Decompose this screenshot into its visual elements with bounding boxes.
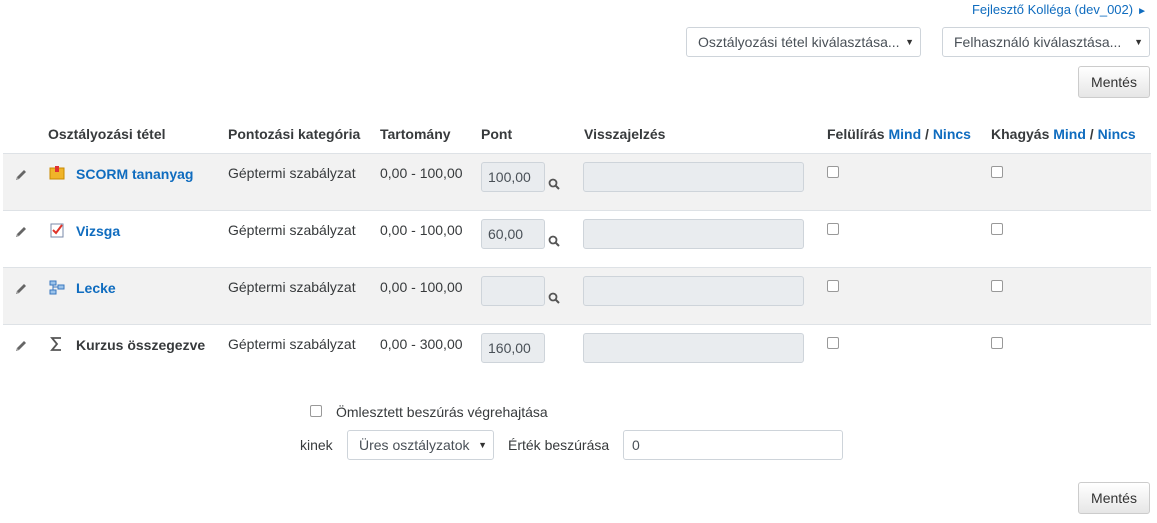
insert-value-input[interactable]: 0 <box>623 430 843 460</box>
override-select-none-link[interactable]: Nincs <box>933 126 971 142</box>
quiz-icon <box>50 223 64 238</box>
header-separator: / <box>925 126 929 142</box>
bulk-target-select[interactable]: Üres osztályzatok ▼ <box>347 430 494 460</box>
save-button-top[interactable]: Mentés <box>1078 66 1150 98</box>
insert-value-label: Érték beszúrása <box>508 437 610 453</box>
grade-item-select[interactable]: Osztályozási tétel kiválasztása... ▼ <box>686 27 921 57</box>
table-row: Kurzus összegezve Géptermi szabályzat 0,… <box>3 324 1151 381</box>
edit-pencil-icon[interactable] <box>14 168 28 182</box>
bulk-insert-checkbox[interactable] <box>310 405 322 417</box>
scorm-package-icon <box>49 166 65 180</box>
header-grade: Pont <box>481 126 513 142</box>
header-override-label: Felülírás <box>827 126 885 142</box>
exclude-checkbox[interactable] <box>991 280 1003 292</box>
grade-range: 0,00 - 300,00 <box>380 336 463 352</box>
user-report-link[interactable]: Fejlesztő Kolléga (dev_002) ► <box>972 2 1147 17</box>
grade-category: Géptermi szabályzat <box>228 336 356 352</box>
bulk-target-select-value: Üres osztályzatok <box>359 437 470 453</box>
grade-item-select-value: Osztályozási tétel kiválasztása... <box>698 34 900 50</box>
user-link-label: Fejlesztő Kolléga (dev_002) <box>971 2 1134 17</box>
header-separator: / <box>1089 126 1094 142</box>
edit-pencil-icon[interactable] <box>14 339 28 353</box>
lesson-icon <box>49 280 65 295</box>
search-icon[interactable] <box>548 292 560 304</box>
chevron-down-icon: ▼ <box>478 440 487 450</box>
exclude-checkbox[interactable] <box>991 337 1003 349</box>
grade-category: Géptermi szabályzat <box>228 165 356 181</box>
grade-input[interactable] <box>481 276 545 306</box>
user-select-value: Felhasználó kiválasztása... <box>954 34 1122 50</box>
search-icon[interactable] <box>548 235 560 247</box>
exclude-select-none-link[interactable]: Nincs <box>1098 126 1136 142</box>
grade-category: Géptermi szabályzat <box>228 222 356 238</box>
exclude-checkbox[interactable] <box>991 223 1003 235</box>
grade-input[interactable]: 60,00 <box>481 219 545 249</box>
edit-pencil-icon[interactable] <box>14 225 28 239</box>
feedback-input[interactable] <box>583 333 804 363</box>
search-icon[interactable] <box>548 178 560 190</box>
override-checkbox[interactable] <box>827 337 839 349</box>
override-checkbox[interactable] <box>827 223 839 235</box>
grade-item-link[interactable]: SCORM tananyag <box>76 166 193 182</box>
chevron-down-icon: ▼ <box>905 37 914 47</box>
play-arrow-icon: ► <box>1137 6 1147 17</box>
save-button-bottom[interactable]: Mentés <box>1078 482 1150 514</box>
header-grade-item: Osztályozási tétel <box>48 126 166 142</box>
header-feedback: Visszajelzés <box>584 126 666 142</box>
header-exclude-label: Khagyás <box>991 126 1050 142</box>
table-row: Lecke Géptermi szabályzat 0,00 - 100,00 <box>3 267 1151 324</box>
header-exclude: Khagyás Mind / Nincs <box>991 126 1136 142</box>
table-row: Vizsga Géptermi szabályzat 0,00 - 100,00… <box>3 210 1151 267</box>
feedback-input[interactable] <box>583 219 804 249</box>
chevron-down-icon: ▼ <box>1134 37 1143 47</box>
header-category: Pontozási kategória <box>228 126 361 142</box>
table-row: SCORM tananyag Géptermi szabályzat 0,00 … <box>3 153 1151 210</box>
bulk-insert-label: Ömlesztett beszúrás végrehajtása <box>336 404 548 420</box>
grade-input[interactable]: 160,00 <box>481 333 545 363</box>
grade-range: 0,00 - 100,00 <box>380 279 463 295</box>
sigma-icon <box>50 337 61 351</box>
grade-input[interactable]: 100,00 <box>481 162 545 192</box>
user-select[interactable]: Felhasználó kiválasztása... ▼ <box>942 27 1150 57</box>
override-checkbox[interactable] <box>827 166 839 178</box>
header-range: Tartomány <box>380 126 451 142</box>
feedback-input[interactable] <box>583 276 804 306</box>
exclude-select-all-link[interactable]: Mind <box>1053 126 1086 142</box>
edit-pencil-icon[interactable] <box>14 282 28 296</box>
course-total-label: Kurzus összegezve <box>76 337 206 353</box>
kinek-label: kinek <box>300 437 333 453</box>
grade-category: Géptermi szabályzat <box>228 279 356 295</box>
override-checkbox[interactable] <box>827 280 839 292</box>
feedback-input[interactable] <box>583 162 804 192</box>
grade-item-link[interactable]: Vizsga <box>76 223 120 239</box>
override-select-all-link[interactable]: Mind <box>888 126 921 142</box>
header-override: Felülírás Mind / Nincs <box>827 126 971 142</box>
exclude-checkbox[interactable] <box>991 166 1003 178</box>
grade-range: 0,00 - 100,00 <box>380 165 463 181</box>
grade-range: 0,00 - 100,00 <box>380 222 463 238</box>
grade-item-link[interactable]: Lecke <box>76 280 116 296</box>
